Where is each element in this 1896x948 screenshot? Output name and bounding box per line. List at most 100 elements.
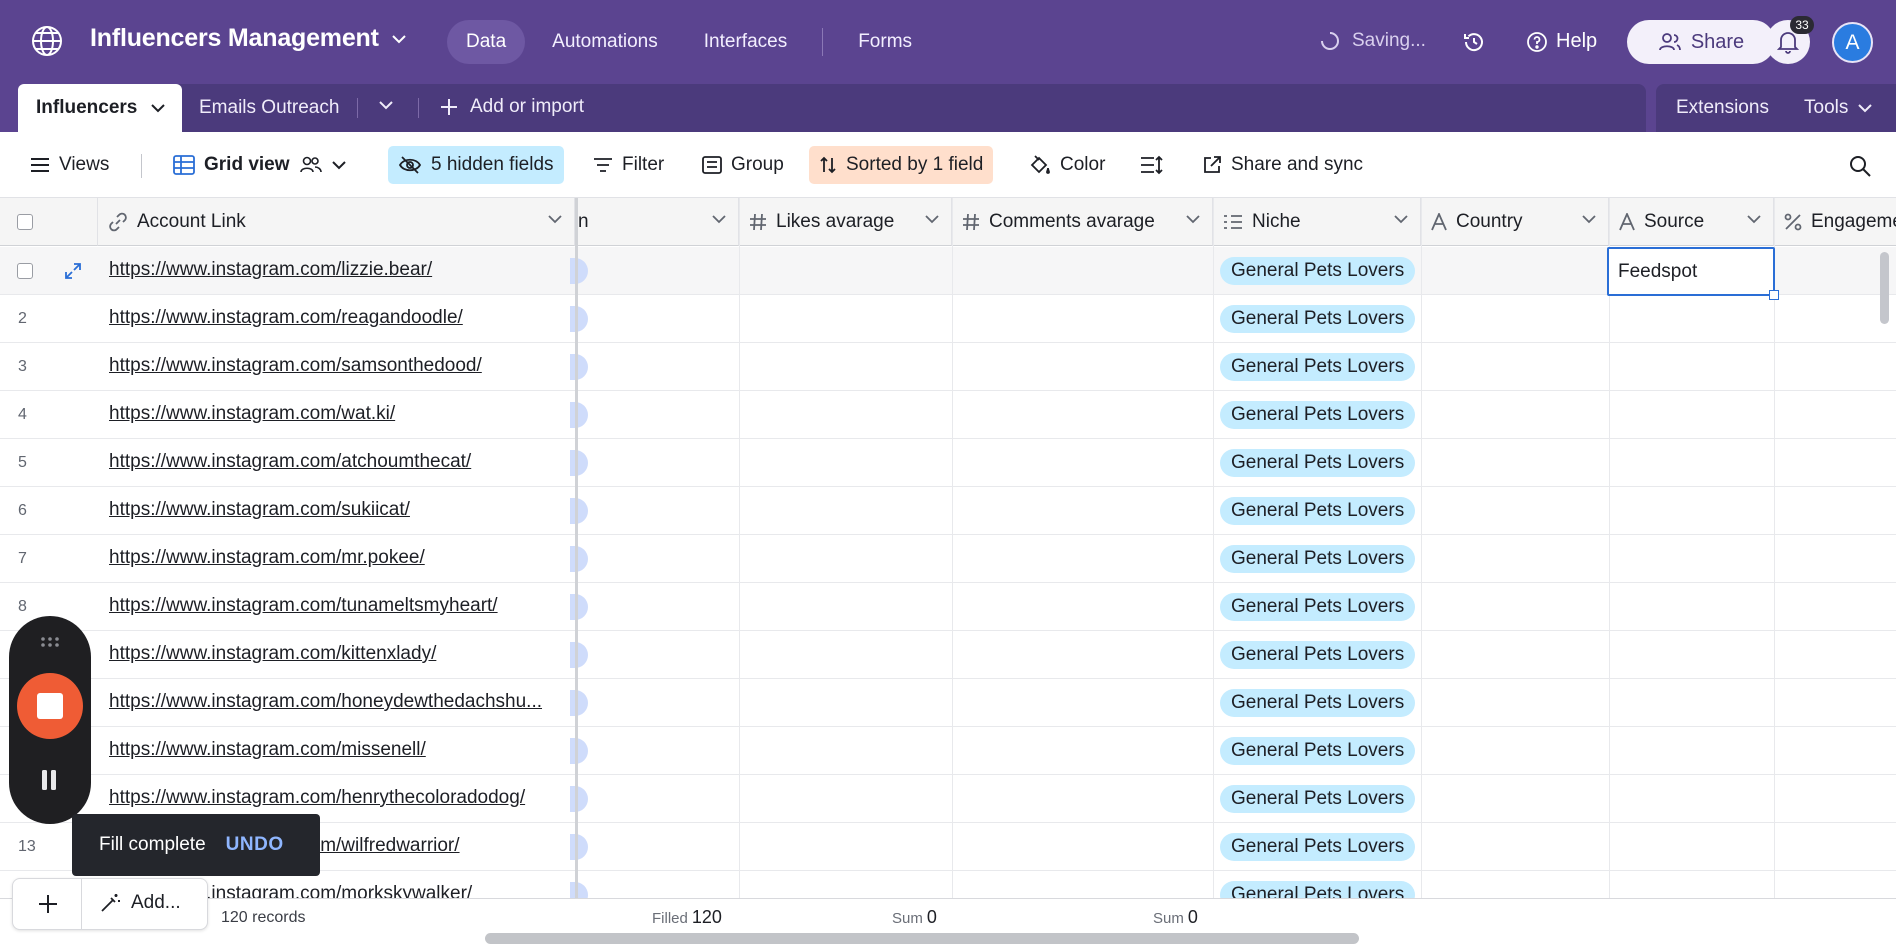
select-all-checkbox[interactable]: [17, 214, 33, 230]
chevron-down-icon[interactable]: [151, 103, 166, 113]
screen-recorder-widget: [9, 616, 91, 824]
drag-handle-icon[interactable]: [40, 636, 60, 648]
table-row[interactable]: https://www.instagram.com/missenell/Gene…: [0, 727, 1896, 775]
nav-forms[interactable]: Forms: [839, 20, 931, 64]
chevron-down-icon[interactable]: [712, 215, 726, 224]
help-icon: [1526, 31, 1548, 53]
row-checkbox[interactable]: [17, 263, 33, 279]
table-row[interactable]: 6 https://www.instagram.com/sukiicat/Gene…: [0, 487, 1896, 535]
table-row[interactable]: 3 https://www.instagram.com/samsonthedood…: [0, 343, 1896, 391]
column-header-niche[interactable]: Niche: [1213, 198, 1421, 246]
table-row[interactable]: 4 https://www.instagram.com/wat.ki/Genera…: [0, 391, 1896, 439]
fill-handle[interactable]: [1769, 290, 1779, 300]
table-row[interactable]: 7 https://www.instagram.com/mr.pokee/Gene…: [0, 535, 1896, 583]
account-link-cell[interactable]: https://www.instagram.com/reagandoodle/: [109, 307, 559, 329]
add-button[interactable]: Add...: [99, 892, 181, 914]
chevron-down-icon[interactable]: [1747, 215, 1761, 224]
table-row[interactable]: https://www.instagram.com/kittenxlady/Ge…: [0, 631, 1896, 679]
avatar[interactable]: A: [1832, 22, 1873, 63]
account-link-cell[interactable]: https://www.instagram.com/sukiicat/: [109, 499, 559, 521]
table-row[interactable]: https://www.instagram.com/honeydewthedac…: [0, 679, 1896, 727]
account-link-cell[interactable]: https://www.instagram.com/samsonthedood/: [109, 355, 559, 377]
add-or-import-button[interactable]: Add or import: [440, 96, 584, 118]
account-link-cell[interactable]: https://www.instagram.com/wat.ki/: [109, 403, 559, 425]
column-header-account-link[interactable]: Account Link: [98, 198, 575, 246]
account-link-cell[interactable]: https://www.instagram.com/missenell/: [109, 739, 559, 761]
expand-record-icon[interactable]: [64, 262, 82, 280]
stop-recording-button[interactable]: [17, 673, 83, 739]
filter-button[interactable]: Filter: [583, 146, 674, 184]
column-header-country[interactable]: Country: [1421, 198, 1609, 246]
filled-label: Filled: [652, 910, 688, 927]
chevron-down-icon[interactable]: [1582, 215, 1596, 224]
more-tables-chevron-icon[interactable]: [378, 100, 394, 110]
history-icon[interactable]: [1462, 30, 1486, 54]
pause-icon[interactable]: [39, 768, 59, 792]
selected-cell-source[interactable]: Feedspot: [1607, 247, 1779, 300]
likes-sum-summary[interactable]: Sum 0: [892, 907, 937, 928]
nav-interfaces[interactable]: Interfaces: [685, 20, 806, 64]
partial-attachment-thumb: [570, 594, 588, 620]
vertical-scrollbar[interactable]: [1880, 252, 1889, 324]
toast-message: Fill complete: [99, 834, 206, 855]
niche-tag: General Pets Lovers: [1220, 545, 1416, 573]
column-header-label: Account Link: [137, 210, 246, 232]
niche-tag: General Pets Lovers: [1220, 881, 1416, 898]
account-link-cell[interactable]: https://www.instagram.com/henrythecolora…: [109, 787, 559, 809]
tab-emails-outreach[interactable]: Emails Outreach: [199, 97, 339, 119]
table-row[interactable]: 8 https://www.instagram.com/tunameltsmyhe…: [0, 583, 1896, 631]
chevron-down-icon[interactable]: [925, 215, 939, 224]
account-link-cell[interactable]: https://www.instagram.com/honeydewthedac…: [109, 691, 559, 713]
undo-button[interactable]: UNDO: [226, 834, 284, 856]
chevron-down-icon[interactable]: [548, 215, 562, 224]
help-button[interactable]: Help: [1526, 30, 1597, 53]
collaborative-view-icon: [299, 155, 323, 175]
views-button[interactable]: Views: [20, 146, 119, 184]
chevron-down-icon[interactable]: [1186, 215, 1200, 224]
account-link-cell[interactable]: https://www.instagram.com/kittenxlady/: [109, 643, 559, 665]
horizontal-scrollbar[interactable]: [485, 933, 1359, 944]
base-title[interactable]: Influencers Management: [90, 24, 407, 53]
account-link-cell[interactable]: https://www.instagram.com/lizzie.bear/: [109, 259, 559, 281]
tab-influencers[interactable]: Influencers: [18, 84, 182, 132]
tools-button[interactable]: Tools: [1804, 97, 1873, 119]
hidden-fields-label: 5 hidden fields: [431, 154, 554, 175]
hidden-fields-button[interactable]: 5 hidden fields: [388, 146, 564, 184]
number-icon: [749, 213, 767, 231]
account-link-cell[interactable]: https://www.instagram.com/tunameltsmyhea…: [109, 595, 559, 617]
account-link-cell[interactable]: https://www.instagram.com/atchoumthecat/: [109, 451, 559, 473]
add-record-plus-icon[interactable]: [37, 893, 59, 915]
grid-view-switcher[interactable]: Grid view: [163, 146, 356, 184]
nav-automations[interactable]: Automations: [533, 20, 677, 64]
number-icon: [962, 213, 980, 231]
share-button[interactable]: Share: [1627, 20, 1775, 64]
share-and-sync-button[interactable]: Share and sync: [1192, 146, 1373, 184]
extensions-button[interactable]: Extensions: [1676, 97, 1769, 119]
column-header-likes-average[interactable]: Likes avarage: [739, 198, 952, 246]
group-button[interactable]: Group: [692, 146, 794, 184]
account-link-cell[interactable]: https://www.instagram.com/mr.pokee/: [109, 547, 559, 569]
partial-attachment-thumb: [570, 786, 588, 812]
column-divider: [952, 198, 953, 898]
column-divider: [1609, 198, 1610, 898]
color-label: Color: [1060, 154, 1106, 175]
frozen-column-divider[interactable]: [575, 198, 578, 898]
filled-summary[interactable]: Filled 120: [652, 907, 722, 928]
column-header-partial[interactable]: n: [578, 198, 739, 246]
column-header-source[interactable]: Source: [1609, 198, 1774, 246]
column-header-engagement[interactable]: Engageme: [1774, 198, 1896, 246]
color-button[interactable]: Color: [1019, 146, 1115, 184]
row-height-button[interactable]: [1130, 146, 1174, 184]
globe-icon[interactable]: [30, 24, 64, 58]
search-icon[interactable]: [1848, 154, 1872, 178]
column-header-label: Likes avarage: [776, 210, 895, 232]
chevron-down-icon[interactable]: [1394, 215, 1408, 224]
row-number: 5: [18, 454, 27, 471]
table-row[interactable]: 5 https://www.instagram.com/atchoumthecat…: [0, 439, 1896, 487]
column-header-comments-average[interactable]: Comments avarage: [952, 198, 1213, 246]
nav-data[interactable]: Data: [447, 20, 526, 64]
spinner-icon: [1320, 31, 1340, 51]
comments-sum-summary[interactable]: Sum 0: [1153, 907, 1198, 928]
table-row[interactable]: 2 https://www.instagram.com/reagandoodle/…: [0, 295, 1896, 343]
sort-button[interactable]: Sorted by 1 field: [809, 146, 994, 184]
